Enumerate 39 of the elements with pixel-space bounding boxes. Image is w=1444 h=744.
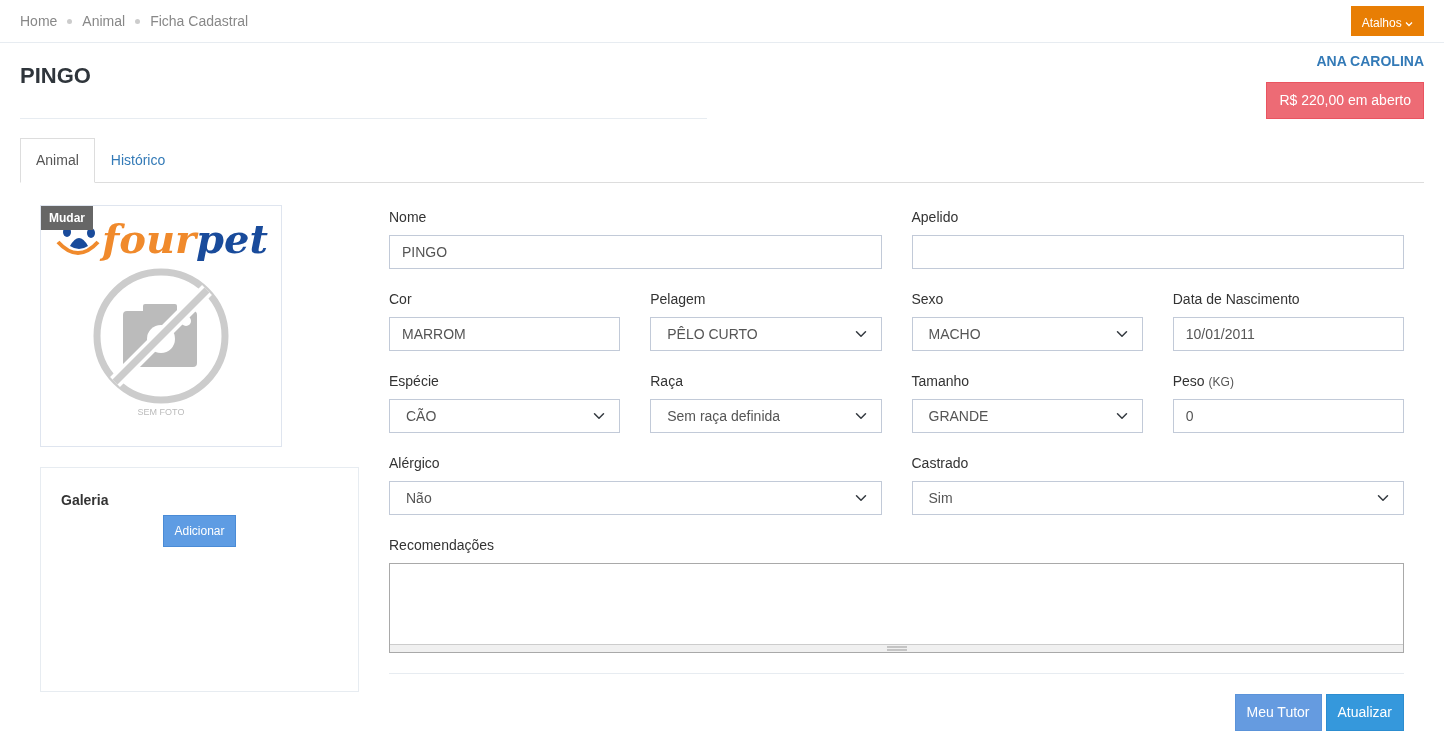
dropdown-field[interactable]: CÃO: [389, 399, 621, 433]
text-field[interactable]: MARROM: [389, 317, 621, 351]
field-label: Pelagem: [650, 290, 707, 309]
field-label: Tamanho: [911, 372, 971, 391]
field-label: Recomendações: [389, 536, 496, 555]
text-field[interactable]: PINGO: [389, 235, 882, 269]
text-field[interactable]: 0: [1172, 399, 1404, 433]
no-photo-caption: SEM FOTO: [137, 406, 185, 419]
gallery-title: Galeria: [61, 491, 109, 510]
owner-link[interactable]: ANA CAROLINA: [1316, 51, 1424, 72]
dropdown-field[interactable]: MACHO: [911, 317, 1143, 351]
field-label: Cor: [389, 290, 413, 309]
field-label: Alérgico: [389, 454, 441, 473]
no-photo-camera-icon: [91, 266, 231, 406]
resize-grip-icon[interactable]: [886, 646, 907, 651]
dropdown-field[interactable]: GRANDE: [911, 399, 1143, 433]
tab[interactable]: Animal: [20, 138, 95, 183]
text-area-field[interactable]: [389, 563, 1404, 653]
text-field[interactable]: [911, 235, 1404, 269]
breadcrumb-link[interactable]: Home: [20, 10, 58, 32]
change-photo-button[interactable]: Mudar: [41, 206, 93, 230]
dropdown-field[interactable]: Sem raça definida: [650, 399, 882, 433]
field-label: Castrado: [911, 454, 970, 473]
page-title: PINGO: [20, 63, 92, 90]
breadcrumb-link[interactable]: Animal: [82, 10, 126, 32]
field-label: Raça: [650, 372, 684, 391]
breadcrumb-link[interactable]: Ficha Cadastral: [150, 10, 249, 32]
field-label: Nome: [389, 208, 428, 227]
tab[interactable]: Histórico: [94, 138, 182, 183]
text-field[interactable]: 10/01/2011: [1172, 317, 1404, 351]
field-label: Data de Nascimento: [1172, 290, 1301, 309]
dropdown-field[interactable]: PÊLO CURTO: [650, 317, 882, 351]
field-label: Espécie: [389, 372, 440, 391]
field-label: Sexo: [911, 290, 945, 309]
dropdown-field[interactable]: Sim: [911, 481, 1404, 515]
caret-icon: [1405, 20, 1413, 27]
field-label: Apelido: [911, 208, 960, 227]
dropdown-field[interactable]: Não: [389, 481, 882, 515]
field-label: Peso (KG): [1172, 372, 1235, 391]
